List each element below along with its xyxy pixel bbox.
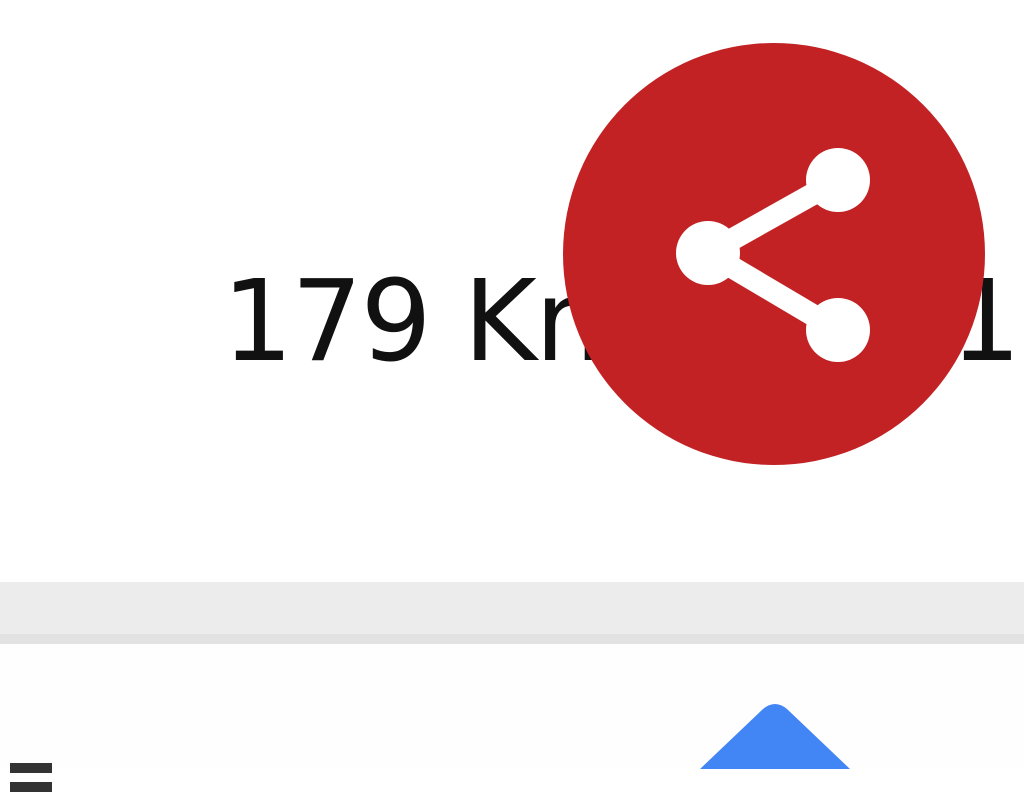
navigation-arrow-icon[interactable] xyxy=(700,703,850,769)
share-icon xyxy=(676,148,870,362)
share-button[interactable] xyxy=(563,43,985,465)
partial-text xyxy=(10,758,120,792)
section-divider xyxy=(0,582,1024,638)
lower-panel xyxy=(0,644,1024,768)
divider-line xyxy=(0,634,1024,644)
